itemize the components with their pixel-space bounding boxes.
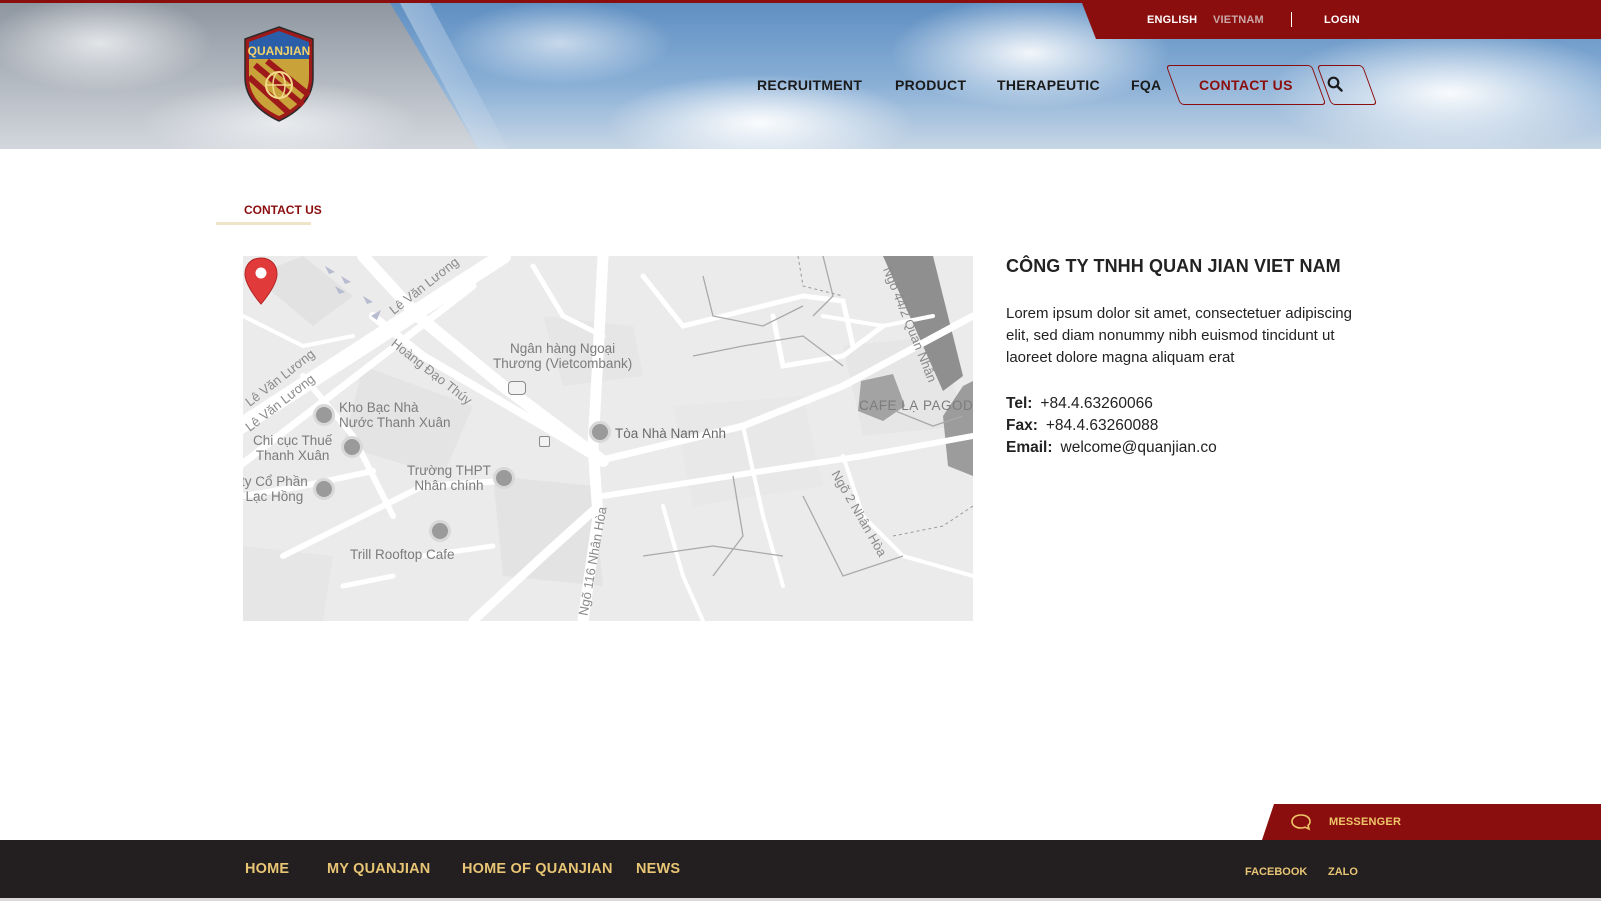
fax-value: +84.4.63260088 bbox=[1045, 417, 1159, 434]
email-value[interactable]: welcome@quanjian.co bbox=[1061, 439, 1217, 456]
tel-label: Tel: bbox=[1006, 395, 1033, 412]
footer-zalo-link[interactable]: ZALO bbox=[1328, 866, 1358, 878]
footer-facebook-link[interactable]: FACEBOOK bbox=[1245, 866, 1307, 878]
tel-value[interactable]: +84.4.63260066 bbox=[1040, 395, 1153, 412]
footer-link-news[interactable]: NEWS bbox=[636, 861, 680, 877]
contact-email-row: Email: welcome@quanjian.co bbox=[1006, 439, 1217, 457]
logo-text: QUANJIAN bbox=[248, 44, 311, 58]
map-place-label: CAFE LẠ PAGOD bbox=[859, 398, 973, 413]
business-icon bbox=[313, 478, 335, 500]
bank-icon bbox=[508, 381, 526, 395]
company-name: CÔNG TY TNHH QUAN JIAN VIET NAM bbox=[1006, 256, 1341, 276]
contact-tel-row: Tel: +84.4.63260066 bbox=[1006, 395, 1153, 413]
nav-contact-us[interactable]: CONTACT US bbox=[1199, 77, 1293, 93]
page-title-underline bbox=[216, 222, 311, 225]
footer-link-my-quanjian[interactable]: MY QUANJIAN bbox=[327, 861, 430, 877]
topbar-divider bbox=[1291, 12, 1292, 27]
fax-label: Fax: bbox=[1006, 417, 1038, 434]
chat-bubble-icon bbox=[1291, 814, 1311, 831]
nav-product[interactable]: PRODUCT bbox=[895, 77, 966, 93]
map-pin-icon[interactable] bbox=[243, 256, 279, 308]
government-icon bbox=[313, 404, 335, 426]
top-utility-bar: ENGLISH VIETNAM LOGIN bbox=[1082, 3, 1601, 39]
language-english-link[interactable]: ENGLISH bbox=[1147, 14, 1197, 26]
map-place-label: Ngân hàng Ngoại Thương (Vietcombank) bbox=[493, 341, 633, 371]
map-place-label: Tòa Nhà Nam Anh bbox=[615, 426, 727, 441]
search-button[interactable] bbox=[1316, 65, 1378, 105]
map-place-label: Trường THPT Nhân chính bbox=[407, 463, 491, 493]
cafe-icon bbox=[429, 520, 451, 542]
footer-link-home[interactable]: HOME bbox=[245, 861, 289, 877]
site-header: QUANJIAN ENGLISH VIETNAM LOGIN RECRUITME… bbox=[0, 0, 1601, 149]
messenger-button[interactable]: MESSENGER bbox=[1262, 804, 1601, 840]
messenger-label[interactable]: MESSENGER bbox=[1329, 816, 1401, 828]
contact-fax-row: Fax: +84.4.63260088 bbox=[1006, 417, 1158, 435]
email-label: Email: bbox=[1006, 439, 1053, 456]
building-icon bbox=[589, 421, 611, 443]
nav-recruitment[interactable]: RECRUITMENT bbox=[757, 77, 862, 93]
footer-link-home-of-quanjian[interactable]: HOME OF QUANJIAN bbox=[462, 861, 613, 877]
map-place-label: ty Cổ Phần Lạc Hồng bbox=[243, 474, 308, 504]
map-place-label: Kho Bạc Nhà Nước Thanh Xuân bbox=[339, 400, 451, 430]
company-description: Lorem ipsum dolor sit amet, consectetuer… bbox=[1006, 305, 1352, 366]
map-place-label: Chi cục Thuế Thanh Xuân bbox=[253, 433, 333, 463]
language-vietnam-link[interactable]: VIETNAM bbox=[1213, 14, 1264, 26]
nav-therapeutic[interactable]: THERAPEUTIC bbox=[997, 77, 1100, 93]
site-footer: HOME MY QUANJIAN HOME OF QUANJIAN NEWS F… bbox=[0, 840, 1601, 901]
page-title: CONTACT US bbox=[244, 203, 322, 217]
government-icon bbox=[341, 436, 363, 458]
search-icon[interactable] bbox=[1327, 76, 1343, 92]
school-icon bbox=[493, 467, 515, 489]
nav-fqa[interactable]: FQA bbox=[1131, 77, 1161, 93]
quanjian-logo[interactable]: QUANJIAN bbox=[241, 25, 317, 123]
login-link[interactable]: LOGIN bbox=[1324, 14, 1360, 26]
map-place-label: Trill Rooftop Cafe bbox=[350, 547, 455, 562]
location-map[interactable]: Lê Văn Lương Lê Văn Lương Lê Văn Lương H… bbox=[243, 256, 973, 621]
bus-stop-icon bbox=[539, 436, 550, 447]
